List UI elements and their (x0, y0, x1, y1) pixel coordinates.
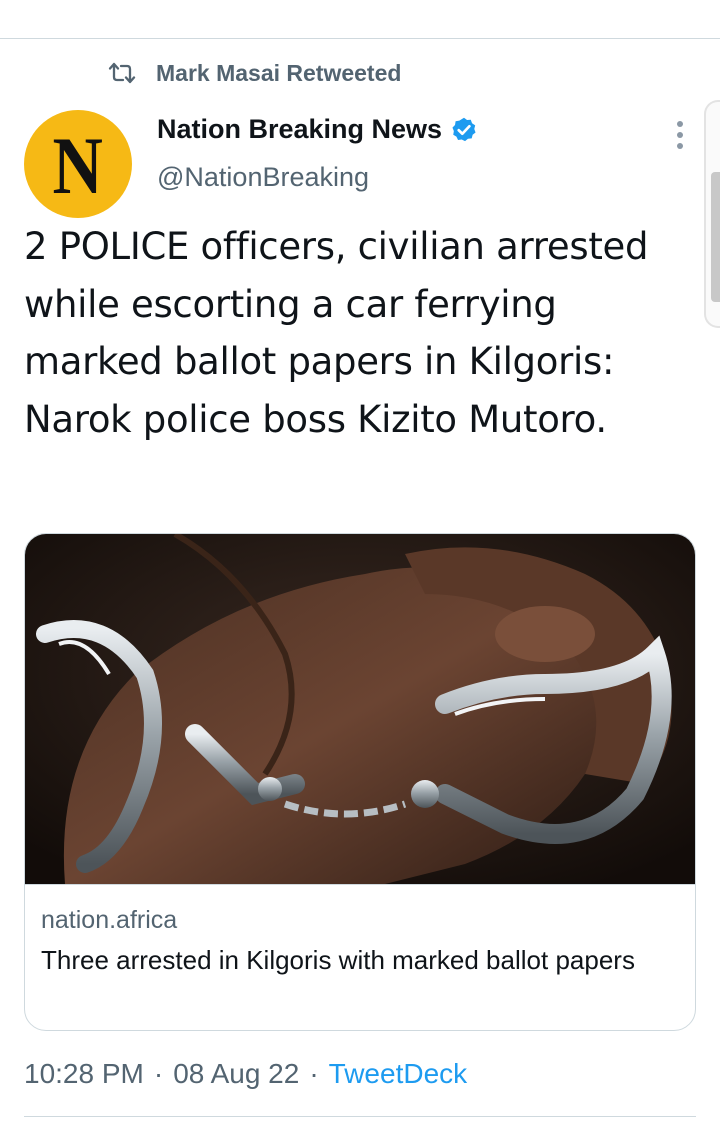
author-name-row[interactable]: Nation Breaking News (157, 114, 478, 145)
tweet-text: 2 POLICE officers, civilian arrested whi… (24, 225, 649, 441)
card-domain: nation.africa (41, 906, 178, 934)
tweet-time[interactable]: 10:28 PM (24, 1058, 144, 1090)
meta-separator: · (309, 1058, 319, 1089)
top-divider (0, 38, 720, 39)
avatar[interactable]: N (24, 110, 132, 218)
scrollbar-thumb[interactable] (711, 172, 720, 302)
tweet-date[interactable]: 08 Aug 22 (173, 1058, 299, 1090)
card-divider (25, 884, 695, 885)
retweet-indicator[interactable]: Mark Masai Retweeted (108, 58, 401, 88)
retweet-icon (108, 62, 136, 84)
author-handle[interactable]: @NationBreaking (157, 162, 369, 193)
link-preview-card[interactable]: nation.africa Three arrested in Kilgoris… (24, 533, 696, 1031)
bottom-divider (24, 1116, 696, 1117)
tweet-source-link[interactable]: TweetDeck (329, 1058, 468, 1090)
avatar-logo-letter: N (52, 120, 104, 211)
retweet-label: Mark Masai Retweeted (156, 59, 402, 86)
author-display-name[interactable]: Nation Breaking News (157, 114, 442, 145)
more-options-icon[interactable] (670, 118, 690, 154)
tweet-meta: 10:28 PM · 08 Aug 22 · TweetDeck (24, 1058, 467, 1090)
card-title: Three arrested in Kilgoris with marked b… (41, 945, 635, 975)
meta-separator: · (153, 1058, 164, 1089)
verified-badge-icon (452, 117, 476, 141)
card-image (25, 534, 695, 884)
